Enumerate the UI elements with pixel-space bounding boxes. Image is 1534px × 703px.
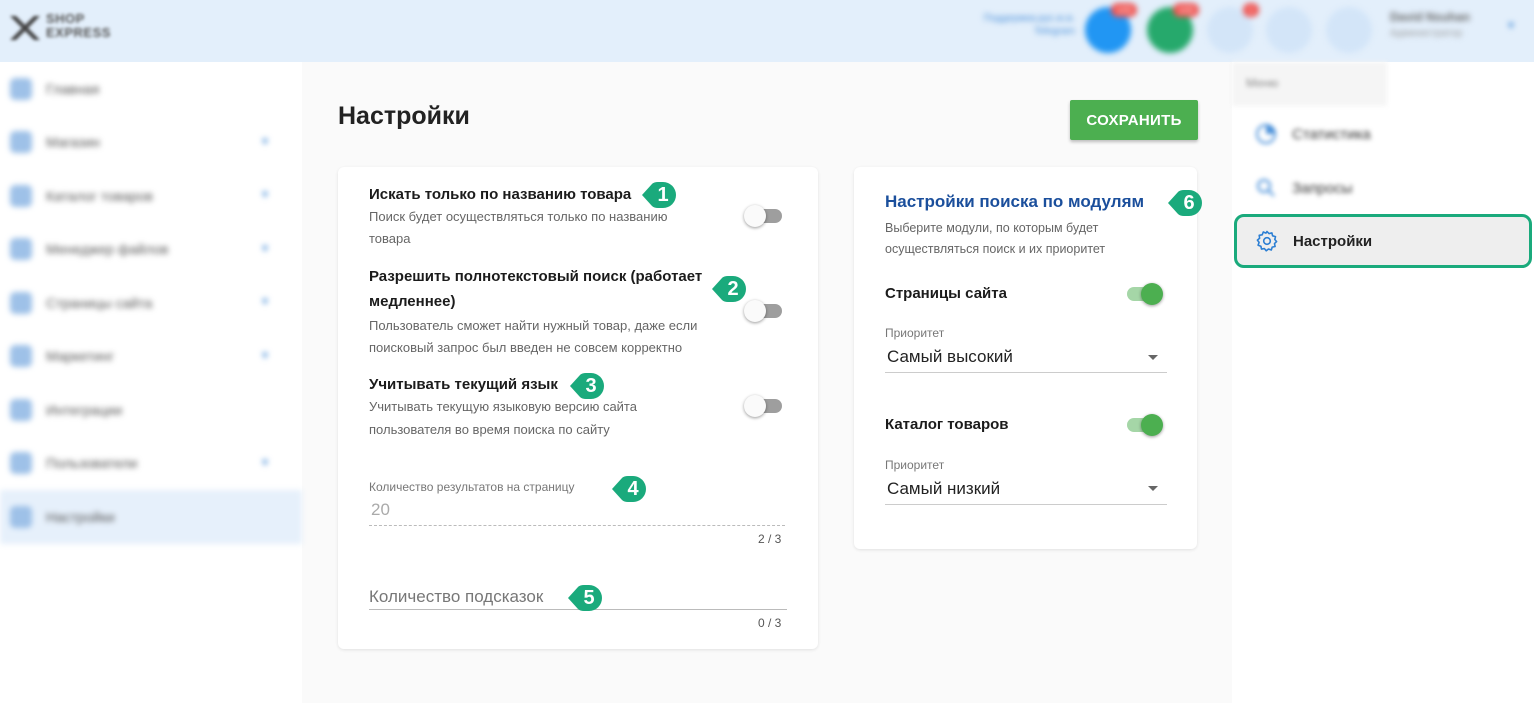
hints-count-input[interactable]: Количество подсказок xyxy=(369,587,543,607)
support-link[interactable]: Поддержка.рус.ю.в. Telegram xyxy=(940,12,1075,38)
module-name: Каталог товаров xyxy=(885,416,1009,433)
option-title: Искать только по названию товара xyxy=(369,186,632,203)
notification-badge: 1 xyxy=(1243,3,1259,17)
integrations-icon xyxy=(10,398,32,421)
logo-text-1: SHOP xyxy=(46,11,85,26)
sidebar-item-marketing[interactable]: Маркетинг ▾ xyxy=(0,330,302,384)
marketing-icon xyxy=(10,345,32,368)
toggle-title-only-search[interactable] xyxy=(744,205,784,227)
user-role: Администратор xyxy=(1390,28,1463,39)
right-menu-item-settings[interactable]: Настройки xyxy=(1234,214,1532,268)
step-marker-2: 2 xyxy=(712,274,748,304)
search-icon xyxy=(1257,179,1275,197)
home-icon xyxy=(10,77,32,100)
sidebar-item-integrations[interactable]: Интеграции xyxy=(0,383,302,437)
chevron-down-icon: ▾ xyxy=(261,133,268,148)
chevron-down-icon: ▾ xyxy=(261,294,268,308)
gear-icon xyxy=(1256,230,1278,252)
toggle-current-language[interactable] xyxy=(744,395,784,417)
results-per-page-input[interactable]: 20 xyxy=(371,500,390,520)
module-name: Страницы сайта xyxy=(885,285,1007,302)
results-per-page-label: Количество результатов на страницу xyxy=(369,480,575,494)
option-desc: поисковый запрос был введен не совсем ко… xyxy=(369,340,683,355)
step-marker-1: 1 xyxy=(642,180,678,210)
top-header: SHOP EXPRESS Поддержка.рус.ю.в. Telegram… xyxy=(0,0,1534,62)
toggle-module-pages[interactable] xyxy=(1123,283,1163,305)
step-marker-5: 5 xyxy=(568,583,604,613)
logo-icon xyxy=(10,16,40,40)
notification-badge: 123 xyxy=(1111,3,1137,17)
user-name: David Nsuhan xyxy=(1390,10,1471,24)
sidebar-item-home[interactable]: Главная xyxy=(0,62,302,116)
left-sidebar: Главная Магазин ▾ Каталог товаров ▾ Мене… xyxy=(0,62,302,703)
folder-icon xyxy=(10,238,32,261)
catalog-icon xyxy=(10,184,32,207)
priority-label: Приоритет xyxy=(885,326,945,340)
logo-text-2: EXPRESS xyxy=(46,25,111,40)
sidebar-item-users[interactable]: Пользователи ▾ xyxy=(0,437,302,491)
option-desc: пользователя во время поиска по сайту xyxy=(369,422,610,437)
bell-icon[interactable]: 1 xyxy=(1207,3,1259,53)
modules-desc: осуществляться поиск и их приоритет xyxy=(885,242,1106,256)
chat-icon[interactable] xyxy=(1266,7,1312,53)
notification-badge: 123 xyxy=(1173,3,1199,17)
modules-title: Настройки поиска по модулям xyxy=(885,192,1145,211)
chevron-down-icon[interactable] xyxy=(1148,486,1158,491)
right-menu-item-statistics[interactable]: Статистика xyxy=(1236,108,1532,160)
pages-icon xyxy=(10,291,32,314)
chevron-down-icon[interactable]: ▾ xyxy=(1508,18,1514,32)
right-menu: Меню Статистика Запросы Настройки xyxy=(1232,62,1534,703)
save-button[interactable]: СОХРАНИТЬ xyxy=(1070,100,1198,140)
option-desc: Поиск будет осуществляться только по наз… xyxy=(369,209,668,224)
module-search-card: Настройки поиска по модулям Выберите мод… xyxy=(854,167,1197,549)
page-title: Настройки xyxy=(338,102,470,130)
right-menu-item-queries[interactable]: Запросы xyxy=(1236,162,1532,214)
search-options-card: Искать только по названию товара Поиск б… xyxy=(338,167,818,649)
priority-select-pages[interactable]: Самый высокий xyxy=(887,347,1013,367)
sidebar-item-settings[interactable]: Настройки xyxy=(0,490,302,544)
right-menu-title: Меню xyxy=(1232,62,1387,106)
priority-select-catalog[interactable]: Самый низкий xyxy=(887,479,1000,499)
sidebar-item-catalog[interactable]: Каталог товаров ▾ xyxy=(0,169,302,223)
chevron-down-icon: ▾ xyxy=(261,187,268,201)
cart-icon xyxy=(10,131,32,154)
modules-desc: Выберите модули, по которым будет xyxy=(885,221,1099,235)
logo[interactable]: SHOP EXPRESS xyxy=(6,8,126,48)
users-icon xyxy=(10,452,32,475)
whatsapp-button[interactable]: 123 xyxy=(1147,3,1199,53)
option-title: Учитывать текущий язык xyxy=(369,376,558,393)
results-counter: 2 / 3 xyxy=(758,532,782,546)
pie-chart-icon xyxy=(1256,124,1276,144)
sidebar-item-pages[interactable]: Страницы сайта ▾ xyxy=(0,276,302,330)
sidebar-item-shop[interactable]: Магазин ▾ xyxy=(0,116,302,170)
telegram-button[interactable]: 123 xyxy=(1085,3,1137,53)
option-title: медленнее) xyxy=(369,293,456,310)
chevron-down-icon: ▾ xyxy=(261,454,268,469)
step-marker-6: 6 xyxy=(1168,188,1204,218)
avatar[interactable] xyxy=(1326,7,1372,53)
gear-icon xyxy=(10,505,32,528)
hints-counter: 0 / 3 xyxy=(758,616,782,630)
option-desc: товара xyxy=(369,231,411,246)
step-marker-3: 3 xyxy=(570,371,606,401)
step-marker-4: 4 xyxy=(612,474,648,504)
chevron-down-icon[interactable] xyxy=(1148,355,1158,360)
priority-label: Приоритет xyxy=(885,458,945,472)
option-desc: Пользователь сможет найти нужный товар, … xyxy=(369,318,698,333)
option-title: Разрешить полнотекстовый поиск (работает xyxy=(369,268,703,285)
toggle-fulltext-search[interactable] xyxy=(744,300,784,322)
chevron-down-icon: ▾ xyxy=(261,347,268,362)
toggle-module-catalog[interactable] xyxy=(1123,414,1163,436)
chevron-down-icon: ▾ xyxy=(261,240,268,255)
sidebar-item-files[interactable]: Менеджер файлов ▾ xyxy=(0,223,302,277)
